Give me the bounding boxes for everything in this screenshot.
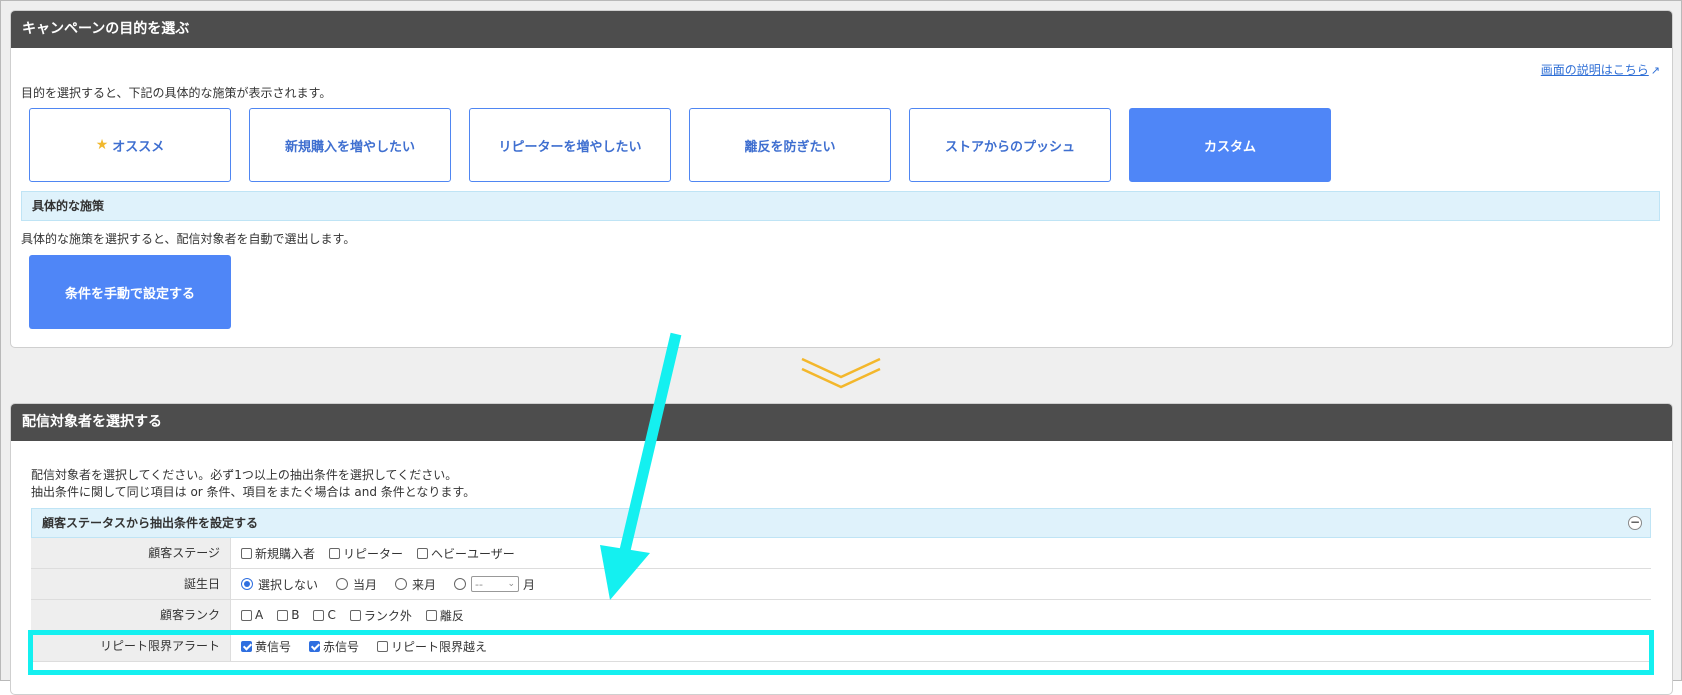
radio-button[interactable] <box>336 578 349 590</box>
radio-button[interactable] <box>241 578 253 590</box>
option-label: C <box>327 608 336 622</box>
option-label: 選択しない <box>258 577 319 592</box>
option-label: ランク外 <box>363 608 412 623</box>
target-description-2: 抽出条件に関して同じ項目は or 条件、項目をまたぐ場合は and 条件となりま… <box>31 485 476 499</box>
objective-label: リピーターを増やしたい <box>498 139 642 155</box>
checkbox-rank-c[interactable]: C <box>313 608 336 622</box>
option-label: 来月 <box>412 577 437 592</box>
checkbox-box[interactable] <box>277 609 289 621</box>
option-label: B <box>291 608 300 622</box>
objective-label: 新規購入を増やしたい <box>284 139 415 155</box>
checkbox-rank-outside[interactable]: ランク外 <box>349 607 412 624</box>
checkbox-new-buyer[interactable]: 新規購入者 <box>241 545 315 562</box>
objective-label: カスタム <box>1203 139 1256 155</box>
radio-specific-month[interactable] <box>454 578 471 590</box>
objective-label: 離反を防ぎたい <box>744 139 836 155</box>
month-suffix: 月 <box>523 577 536 592</box>
help-link[interactable]: 画面の説明はこちら ↗ <box>1541 61 1660 78</box>
radio-button[interactable] <box>395 578 408 590</box>
option-label: 新規購入者 <box>255 546 316 561</box>
objective-button-prevent-churn[interactable]: 離反を防ぎたい <box>689 108 891 182</box>
option-label: 赤信号 <box>323 639 360 654</box>
checkbox-heavy-user[interactable]: ヘビーユーザー <box>417 545 515 562</box>
option-label: ヘビーユーザー <box>431 546 515 561</box>
objective-button-custom[interactable]: カスタム <box>1129 108 1331 182</box>
measures-section-header: 具体的な施策 <box>21 191 1660 221</box>
filter-row-stage: 顧客ステージ 新規購入者 リピーター ヘビーユーザー <box>31 538 1651 569</box>
objective-label: ストアからのプッシュ <box>944 139 1075 155</box>
row-label: 顧客ステージ <box>31 538 231 568</box>
objective-description: 目的を選択すると、下記の具体的な施策が表示されます。 <box>21 86 332 100</box>
row-label: リピート限界アラート <box>31 631 231 661</box>
checkbox-churned[interactable]: 離反 <box>425 607 464 624</box>
objective-button-repeater[interactable]: リピーターを増やしたい <box>469 108 671 182</box>
objective-button-recommended[interactable]: ★ オススメ <box>29 108 231 182</box>
checkbox-box[interactable] <box>241 609 252 621</box>
star-icon: ★ <box>95 137 109 153</box>
objective-button-store-push[interactable]: ストアからのプッシュ <box>909 108 1111 182</box>
month-select-value: -- <box>475 577 483 591</box>
radio-next-month[interactable]: 来月 <box>395 576 436 593</box>
option-label: リピート限界越え <box>391 639 488 654</box>
checkbox-box[interactable] <box>417 547 429 559</box>
checkbox-rank-a[interactable]: A <box>241 608 263 622</box>
option-label: リピーター <box>343 546 404 561</box>
measures-description: 具体的な施策を選択すると、配信対象者を自動で選出します。 <box>21 232 356 246</box>
objective-label: オススメ <box>112 139 165 155</box>
checkbox-box[interactable] <box>425 609 437 621</box>
target-panel-title: 配信対象者を選択する <box>11 404 1672 441</box>
objective-panel: キャンペーンの目的を選ぶ 画面の説明はこちら ↗ 目的を選択すると、下記の具体的な… <box>10 10 1673 348</box>
checkbox-box[interactable] <box>377 640 389 652</box>
checkbox-rank-b[interactable]: B <box>277 608 299 622</box>
filter-row-rank: 顧客ランク A B C ランク外 離反 <box>31 600 1651 631</box>
checkbox-repeater[interactable]: リピーター <box>329 545 403 562</box>
chevron-down-icon: ⌄ <box>507 579 516 589</box>
filter-row-repeat-alert: リピート限界アラート 黄信号 赤信号 リピート限界越え <box>31 631 1651 662</box>
checkbox-box[interactable] <box>309 640 321 652</box>
option-label: A <box>255 608 264 622</box>
option-label: 離反 <box>439 608 464 623</box>
option-label: 黄信号 <box>255 639 292 654</box>
radio-no-selection[interactable]: 選択しない <box>241 576 318 593</box>
filter-section-title: 顧客ステータスから抽出条件を設定する <box>42 516 259 530</box>
checkbox-box[interactable] <box>241 640 252 652</box>
radio-button[interactable] <box>454 578 467 590</box>
help-link-label[interactable]: 画面の説明はこちら <box>1541 63 1649 77</box>
filter-section-header: 顧客ステータスから抽出条件を設定する − <box>31 508 1651 538</box>
checkbox-box[interactable] <box>349 609 361 621</box>
chevron-down-icon <box>801 357 881 389</box>
checkbox-yellow-signal[interactable]: 黄信号 <box>241 638 291 655</box>
checkbox-box[interactable] <box>329 547 341 559</box>
objective-panel-title: キャンペーンの目的を選ぶ <box>11 11 1672 48</box>
checkbox-box[interactable] <box>241 547 252 559</box>
collapse-icon[interactable]: − <box>1628 516 1642 530</box>
target-description-1: 配信対象者を選択してください。必ず1つ以上の抽出条件を選択してください。 <box>31 468 458 482</box>
radio-this-month[interactable]: 当月 <box>336 576 377 593</box>
option-label: 当月 <box>353 577 378 592</box>
manual-condition-button[interactable]: 条件を手動で設定する <box>29 255 231 329</box>
month-select[interactable]: -- ⌄ <box>471 576 520 592</box>
filter-row-birthday: 誕生日 選択しない 当月 来月 -- ⌄ 月 <box>31 569 1651 600</box>
checkbox-over-repeat-limit[interactable]: リピート限界越え <box>377 638 487 655</box>
row-label: 誕生日 <box>31 569 231 599</box>
target-panel: 配信対象者を選択する 配信対象者を選択してください。必ず1つ以上の抽出条件を選択… <box>10 403 1673 695</box>
external-link-icon: ↗ <box>1650 64 1660 77</box>
objective-button-new-purchase[interactable]: 新規購入を増やしたい <box>249 108 451 182</box>
checkbox-box[interactable] <box>313 609 325 621</box>
checkbox-red-signal[interactable]: 赤信号 <box>309 638 359 655</box>
row-label: 顧客ランク <box>31 600 231 630</box>
